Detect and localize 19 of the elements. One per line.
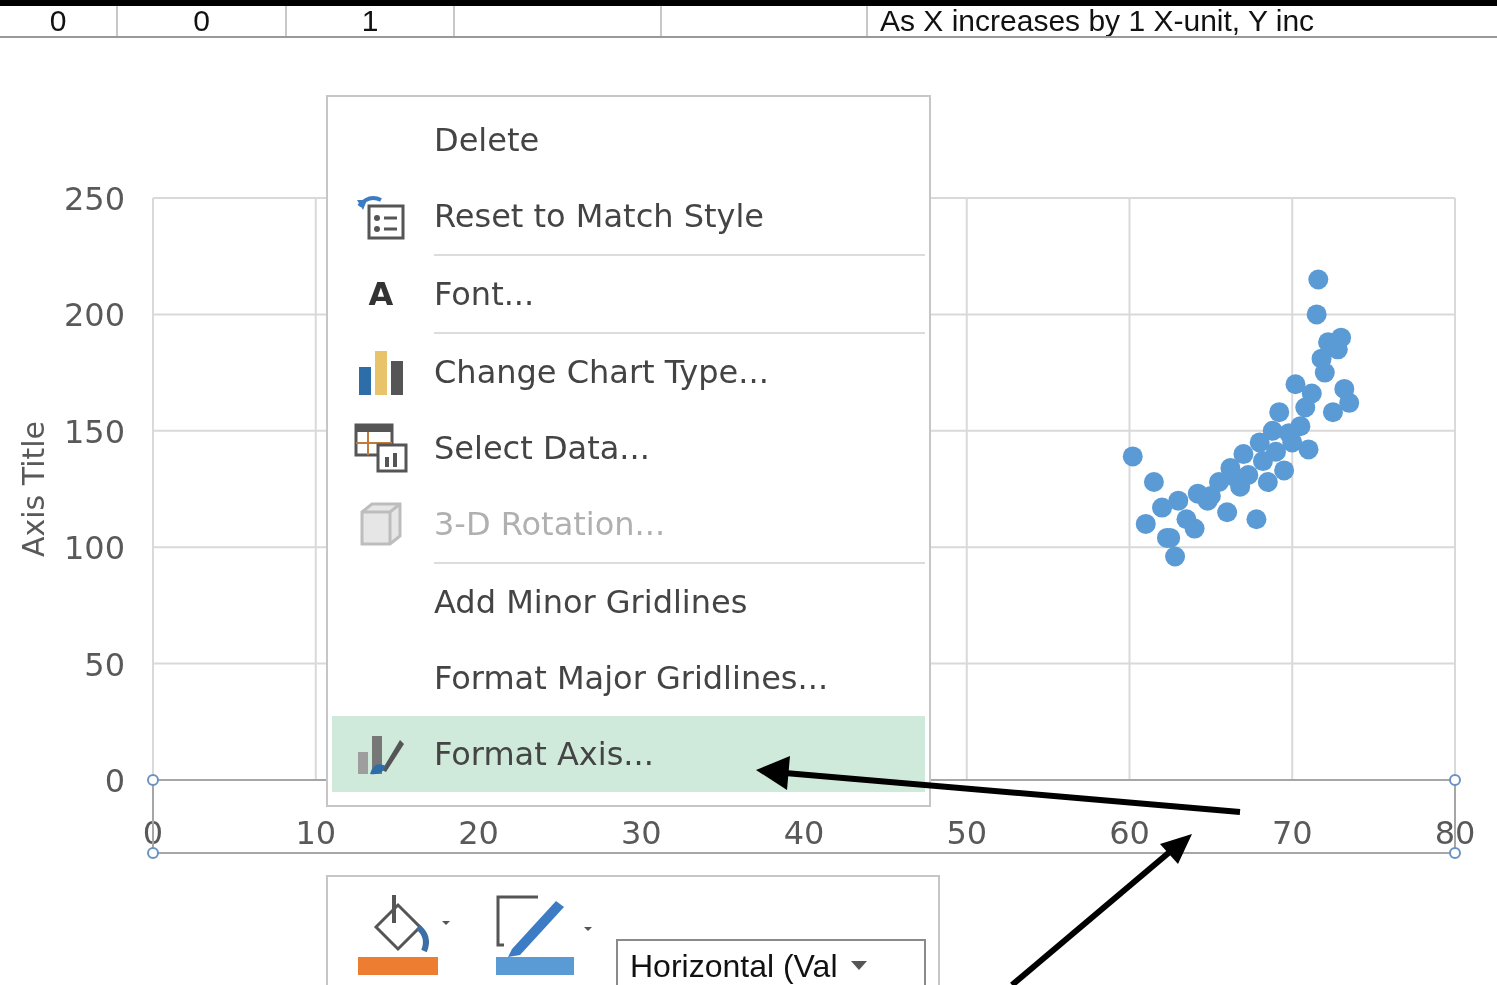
table-cell: 0 [118, 6, 287, 36]
axis-tick-label: 40 [783, 814, 825, 852]
axis-tick-label: 20 [458, 814, 499, 852]
axis-tick-label: 50 [946, 814, 988, 852]
axis-tick-label: 10 [295, 814, 337, 852]
axis-tick-label: 80 [1434, 814, 1476, 852]
axis-tick-label: 50 [84, 645, 125, 684]
axis-tick-label: 100 [63, 529, 125, 568]
axis-tick-label: 250 [63, 180, 125, 218]
axis-tick-label: 70 [1271, 814, 1313, 852]
axis-tick-label: 0 [104, 762, 125, 800]
axis-tick-label: 60 [1109, 814, 1150, 852]
table-cell: 0 [0, 6, 118, 36]
font-icon: A [368, 275, 394, 313]
axis-tick-label: 30 [620, 814, 662, 852]
table-cell: 1 [287, 6, 455, 36]
axis-tick-label: 200 [63, 296, 125, 335]
axis-title: Axis Title [16, 420, 51, 558]
axis-tick-label: 150 [63, 412, 125, 451]
